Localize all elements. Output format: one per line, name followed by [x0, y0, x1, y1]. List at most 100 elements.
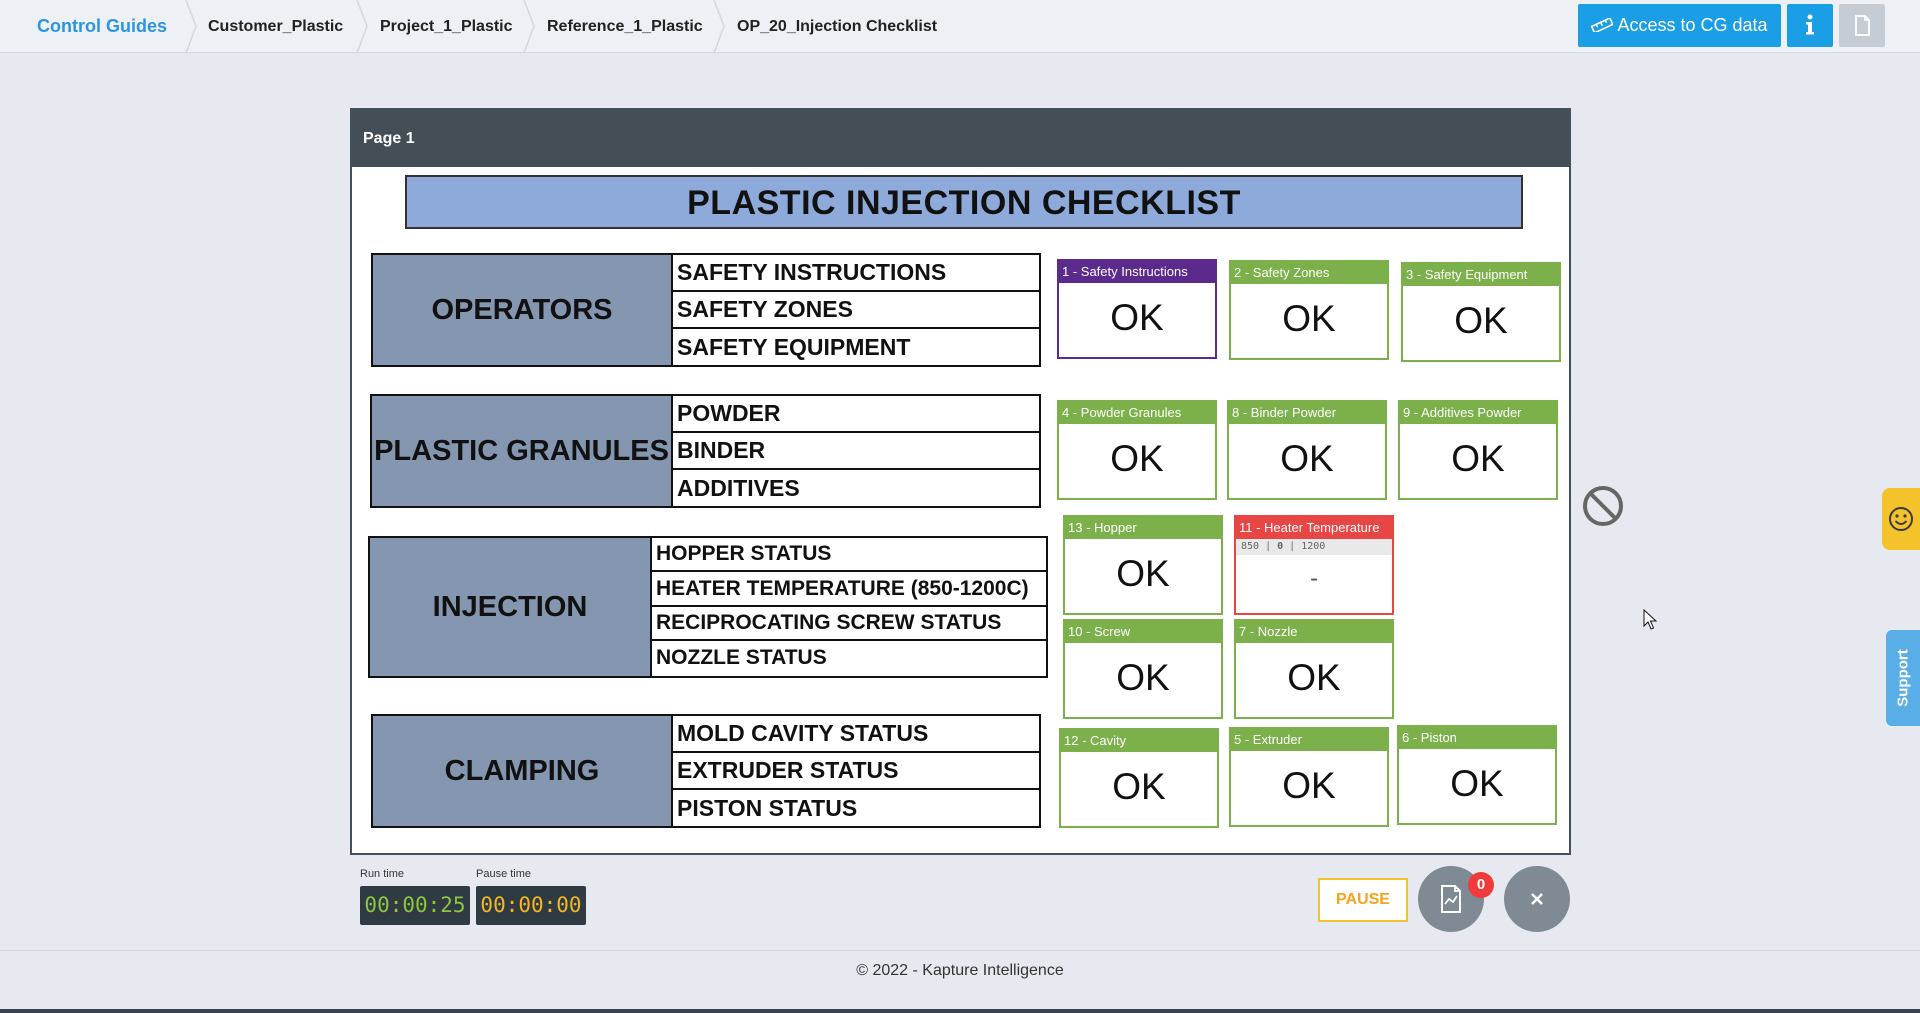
close-icon: [1531, 893, 1543, 905]
run-time-label: Run time: [360, 868, 405, 880]
check-label: 6 - Piston: [1399, 727, 1555, 749]
check-heater-temperature[interactable]: 11 - Heater Temperature 850 | 0 | 1200 -: [1234, 515, 1394, 615]
access-cg-data-label: Access to CG data: [1617, 15, 1768, 35]
check-label: 8 - Binder Powder: [1229, 402, 1385, 424]
range-max: 1200: [1301, 541, 1326, 552]
page-header: Page 1: [352, 110, 1569, 167]
check-value: OK: [1280, 438, 1334, 479]
check-powder-granules[interactable]: 4 - Powder Granules OK: [1057, 400, 1217, 500]
checklist-row: RECIPROCATING SCREW STATUS: [652, 607, 1046, 641]
not-allowed-icon: [1583, 486, 1623, 526]
section-plastic-granules: PLASTIC GRANULES POWDER BINDER ADDITIVES: [370, 394, 1041, 508]
info-icon: [1806, 14, 1814, 35]
check-label: 13 - Hopper: [1065, 517, 1221, 539]
section-heading: INJECTION: [370, 538, 652, 676]
breadcrumb-separator: [356, 0, 368, 53]
check-label: 11 - Heater Temperature: [1236, 517, 1392, 539]
breadcrumb-operation: OP_20_Injection Checklist: [737, 18, 938, 35]
check-label: 9 - Additives Powder: [1400, 402, 1556, 424]
info-button[interactable]: [1787, 4, 1833, 47]
section-heading: OPERATORS: [373, 255, 673, 365]
check-value: OK: [1282, 765, 1336, 806]
report-count-badge: 0: [1468, 872, 1494, 898]
breadcrumb-project[interactable]: Project_1_Plastic: [380, 0, 513, 53]
check-value: OK: [1112, 766, 1166, 807]
run-time-display: 00:00:25: [360, 886, 470, 925]
pause-time-label: Pause time: [476, 868, 532, 880]
checklist-row: HEATER TEMPERATURE (850-1200C): [652, 572, 1046, 607]
pause-time-display: 00:00:00: [476, 886, 586, 925]
document-button[interactable]: [1839, 4, 1885, 47]
document-icon: [1855, 15, 1870, 36]
check-value: OK: [1454, 300, 1508, 341]
check-value: OK: [1450, 763, 1504, 804]
check-hopper[interactable]: 13 - Hopper OK: [1063, 515, 1223, 615]
footer-divider: [0, 950, 1920, 951]
section-clamping: CLAMPING MOLD CAVITY STATUS EXTRUDER STA…: [371, 714, 1041, 828]
checklist-row: SAFETY INSTRUCTIONS: [673, 255, 1039, 292]
support-label: Support: [1894, 649, 1912, 707]
checklist-row: POWDER: [673, 396, 1039, 433]
check-nozzle[interactable]: 7 - Nozzle OK: [1234, 619, 1394, 719]
range-min: 850: [1241, 541, 1260, 552]
bottom-edge: [0, 1009, 1920, 1013]
breadcrumb-separator: [523, 0, 535, 53]
check-label: 5 - Extruder: [1231, 729, 1387, 751]
section-heading: CLAMPING: [373, 716, 673, 826]
top-bar: Control Guides Customer_Plastic Project_…: [0, 0, 1920, 53]
check-additives-powder[interactable]: 9 - Additives Powder OK: [1398, 400, 1558, 500]
check-label: 2 - Safety Zones: [1231, 262, 1387, 284]
footer-copyright: © 2022 - Kapture Intelligence: [856, 962, 1064, 979]
check-value: OK: [1282, 298, 1336, 339]
checklist-row: SAFETY EQUIPMENT: [677, 333, 911, 360]
checklist-row: EXTRUDER STATUS: [673, 753, 1039, 790]
checklist-title: PLASTIC INJECTION CHECKLIST: [405, 175, 1523, 229]
check-label: 3 - Safety Equipment: [1403, 264, 1559, 286]
check-value: OK: [1287, 657, 1341, 698]
access-cg-data-button[interactable]: Access to CG data: [1578, 4, 1781, 47]
checklist-row: SAFETY ZONES: [673, 292, 1039, 329]
smiley-icon: [1889, 507, 1913, 531]
check-value: OK: [1110, 297, 1164, 338]
breadcrumb-separator: [185, 0, 197, 53]
breadcrumb-customer[interactable]: Customer_Plastic: [208, 0, 343, 53]
feedback-tab[interactable]: [1882, 488, 1920, 550]
check-safety-equipment[interactable]: 3 - Safety Equipment OK: [1401, 262, 1561, 362]
support-tab[interactable]: Support: [1886, 630, 1920, 726]
check-cavity[interactable]: 12 - Cavity OK: [1059, 728, 1219, 828]
check-value: -: [1310, 565, 1318, 592]
close-button[interactable]: [1504, 866, 1570, 932]
check-value: OK: [1116, 553, 1170, 594]
checklist-row: PISTON STATUS: [677, 794, 858, 821]
check-binder-powder[interactable]: 8 - Binder Powder OK: [1227, 400, 1387, 500]
range-nominal: 0: [1277, 541, 1284, 552]
check-label: 1 - Safety Instructions: [1059, 261, 1215, 283]
check-value: OK: [1451, 438, 1505, 479]
checklist-row: ADDITIVES: [677, 474, 800, 501]
check-safety-instructions[interactable]: 1 - Safety Instructions OK: [1057, 259, 1217, 359]
check-label: 7 - Nozzle: [1236, 621, 1392, 643]
check-screw[interactable]: 10 - Screw OK: [1063, 619, 1223, 719]
checklist-row: NOZZLE STATUS: [656, 645, 827, 669]
check-value: OK: [1110, 438, 1164, 479]
breadcrumb-separator: [713, 0, 725, 53]
heater-range: 850 | 0 | 1200: [1236, 539, 1392, 555]
ruler-icon: [1591, 16, 1615, 34]
pause-button[interactable]: PAUSE: [1318, 878, 1408, 922]
check-label: 4 - Powder Granules: [1059, 402, 1215, 424]
section-operators: OPERATORS SAFETY INSTRUCTIONS SAFETY ZON…: [371, 253, 1041, 367]
section-heading: PLASTIC GRANULES: [372, 396, 673, 506]
check-value: OK: [1116, 657, 1170, 698]
check-piston[interactable]: 6 - Piston OK: [1397, 725, 1557, 825]
checklist-row: BINDER: [673, 433, 1039, 470]
breadcrumb-reference[interactable]: Reference_1_Plastic: [547, 0, 703, 53]
checklist-document: Page 1 PLASTIC INJECTION CHECKLIST OPERA…: [350, 108, 1571, 855]
mouse-cursor-icon: [1643, 609, 1657, 630]
check-extruder[interactable]: 5 - Extruder OK: [1229, 727, 1389, 827]
check-label: 12 - Cavity: [1061, 730, 1217, 752]
breadcrumb-control-guides[interactable]: Control Guides: [37, 0, 167, 53]
checklist-row: HOPPER STATUS: [652, 538, 1046, 572]
check-safety-zones[interactable]: 2 - Safety Zones OK: [1229, 260, 1389, 360]
check-label: 10 - Screw: [1065, 621, 1221, 643]
section-injection: INJECTION HOPPER STATUS HEATER TEMPERATU…: [368, 536, 1048, 678]
